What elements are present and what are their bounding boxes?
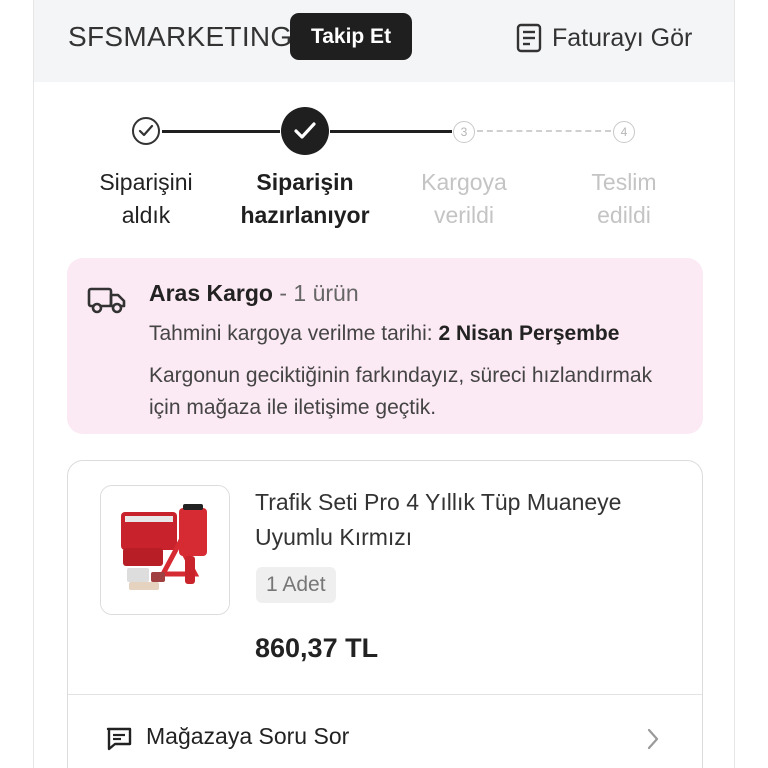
store-name[interactable]: SFSMARKETING: [68, 21, 293, 53]
step-label-line: Siparişin: [256, 169, 354, 195]
step-connector-done: [162, 130, 280, 133]
order-detail-panel: SFSMARKETING Takip Et Faturayı Gör 3 4 S…: [33, 0, 735, 768]
follow-button[interactable]: Takip Et: [290, 13, 412, 60]
product-price: 860,37 TL: [255, 633, 379, 663]
step-label-line: Teslim: [591, 169, 657, 195]
view-invoice-label: Faturayı Gör: [552, 23, 693, 52]
product-name[interactable]: Trafik Seti Pro 4 Yıllık Tüp Muaneye Uyu…: [255, 485, 675, 555]
chevron-right-icon: [647, 728, 659, 750]
chat-bubble-icon: [106, 727, 132, 751]
cargo-company: Aras Kargo: [149, 280, 273, 306]
step-2-check-icon: [281, 107, 329, 155]
step-4-number: 4: [613, 121, 635, 143]
product-photo-illustration: [101, 486, 229, 614]
ask-store-question-label: Mağazaya Soru Sor: [146, 723, 350, 749]
product-card: Trafik Seti Pro 4 Yıllık Tüp Muaneye Uyu…: [67, 460, 703, 768]
step-1-check-icon: [132, 117, 160, 145]
order-status-stepper: 3 4 Siparişini aldık Siparişin hazırlanı…: [34, 100, 734, 240]
step-label-line: hazırlanıyor: [240, 202, 370, 228]
step-label-line: Kargoya: [421, 169, 507, 195]
cargo-info-box: Aras Kargo - 1 ürün Tahmini kargoya veri…: [67, 258, 703, 434]
step-label-delivered: Teslim edildi: [539, 166, 709, 232]
step-label-received: Siparişini aldık: [61, 166, 231, 232]
cargo-title: Aras Kargo - 1 ürün: [149, 280, 359, 307]
step-connector-done: [330, 130, 452, 133]
document-icon: [516, 23, 542, 53]
ship-date-label: Tahmini kargoya verilme tarihi:: [149, 322, 439, 345]
step-label-line: verildi: [433, 202, 495, 228]
step-label-line: Siparişini: [99, 169, 193, 195]
step-connector-pending: [477, 130, 611, 132]
truck-icon: [87, 287, 126, 314]
delay-notice: Kargonun geciktiğinin farkındayız, sürec…: [149, 364, 653, 419]
step-label-line: edildi: [597, 202, 651, 228]
view-invoice-button[interactable]: Faturayı Gör: [516, 20, 692, 56]
quantity-badge: 1 Adet: [256, 567, 336, 603]
ship-date-value: 2 Nisan Perşembe: [438, 322, 620, 345]
step-label-shipped: Kargoya verildi: [379, 166, 549, 232]
step-label-preparing: Siparişin hazırlanıyor: [220, 166, 390, 232]
product-image[interactable]: [100, 485, 230, 615]
store-header: SFSMARKETING Takip Et Faturayı Gör: [34, 0, 734, 82]
ask-store-question-button[interactable]: Mağazaya Soru Sor: [68, 695, 702, 768]
estimated-ship-date: Tahmini kargoya verilme tarihi: 2 Nisan …: [149, 322, 619, 346]
cargo-item-count: - 1 ürün: [272, 280, 359, 306]
step-label-line: aldık: [121, 202, 171, 228]
step-3-number: 3: [453, 121, 475, 143]
